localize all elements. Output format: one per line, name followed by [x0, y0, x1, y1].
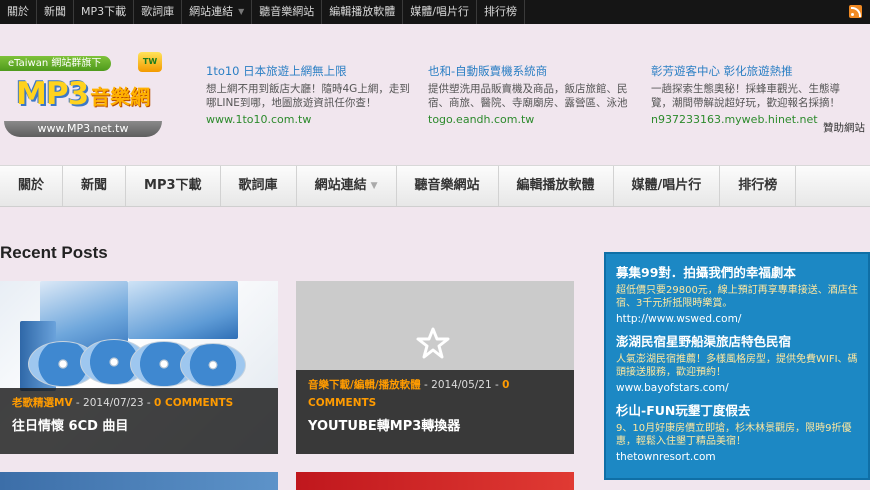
- main-nav-label: 聽音樂網站: [414, 178, 480, 193]
- star-icon: [416, 327, 450, 359]
- side-ad[interactable]: 澎湖民宿星野船渠旅店特色民宿 人氣澎湖民宿推薦！多樣風格房型，提供免費WIFI、…: [616, 331, 868, 394]
- main-nav-label: 排行榜: [738, 178, 778, 193]
- ad-description: 一趟探索生態奧秘！採蜂車觀光、生態導覽，潮間帶解說超好玩，歡迎報名採摘！: [651, 83, 840, 109]
- post-overlay: 老歌精選MV - 2014/07/23 - 0 COMMENTS 往日情懷 6C…: [0, 388, 278, 454]
- side-ad-title[interactable]: 澎湖民宿星野船渠旅店特色民宿: [616, 331, 868, 350]
- post-meta: 音樂下載/編輯/播放軟體 - 2014/05/21 - 0 COMMENTS: [308, 376, 564, 412]
- top-nav-label: 關於: [7, 5, 29, 18]
- logo-badge-icon: TW: [138, 52, 162, 72]
- ad-url[interactable]: www.1to10.com.tw: [206, 113, 414, 127]
- top-nav-news[interactable]: 新聞: [37, 0, 74, 24]
- top-nav-software[interactable]: 編輯播放軟體: [322, 0, 404, 24]
- post-card-partial[interactable]: [0, 472, 278, 490]
- top-nav-label: 歌詞庫: [141, 5, 175, 18]
- logo-url: www.MP3.net.tw: [4, 121, 162, 137]
- main-nav-bar: 關於 新聞 MP3下載 歌詞庫 網站連結 ▼ 聽音樂網站 編輯播放軟體 媒體/唱片…: [0, 165, 870, 207]
- side-ad-url[interactable]: thetownresort.com: [616, 451, 868, 463]
- main-nav-label: 新聞: [81, 178, 108, 193]
- header-ad[interactable]: 1to10 日本旅遊上網無上限 想上網不用到飯店大廳！隨時4G上網，走到哪LIN…: [206, 64, 414, 127]
- side-ad[interactable]: 杉山-FUN玩墾丁度假去 9、10月好康房價立即搶，杉木林景觀房，限時9折優惠，…: [616, 400, 868, 463]
- main-nav-links[interactable]: 網站連結 ▼: [297, 166, 397, 206]
- sponsor-label[interactable]: 贊助網站: [823, 120, 865, 135]
- top-nav-label: 媒體/唱片行: [410, 5, 469, 18]
- ad-title[interactable]: 彰芳遊客中心 彰化旅遊熱推: [651, 64, 854, 78]
- top-nav-lyrics[interactable]: 歌詞庫: [134, 0, 183, 24]
- top-nav-mp3-download[interactable]: MP3下載: [74, 0, 135, 24]
- sidebar-ad-block: 募集99對．拍攝我們的幸福劇本 超低價只要29800元，線上預訂再享專車接送、酒…: [604, 252, 870, 480]
- main-nav-label: 媒體/唱片行: [631, 178, 702, 193]
- header-ad[interactable]: 也和-自動販賣機系統商 提供塑洗用品販賣機及商品，飯店旅館、民宿、商旅、醫院、寺…: [428, 64, 640, 127]
- side-ad-title[interactable]: 募集99對．拍攝我們的幸福劇本: [616, 262, 868, 281]
- cd-disc-image: [180, 343, 246, 387]
- side-ad[interactable]: 募集99對．拍攝我們的幸福劇本 超低價只要29800元，線上預訂再享專車接送、酒…: [616, 262, 868, 325]
- top-nav-music-sites[interactable]: 聽音樂網站: [252, 0, 323, 24]
- header-ad[interactable]: 彰芳遊客中心 彰化旅遊熱推 一趟探索生態奧秘！採蜂車觀光、生態導覽，潮間帶解說超…: [651, 64, 854, 127]
- logo-wordmark: MP3 音樂網: [16, 76, 150, 112]
- post-card-partial[interactable]: [296, 472, 574, 490]
- side-ad-description: 9、10月好康房價立即搶，杉木林景觀房，限時9折優惠，輕鬆入住墾丁精品美宿！: [616, 423, 852, 447]
- cd-box-image: [128, 281, 238, 339]
- side-ad-url[interactable]: http://www.wswed.com/: [616, 313, 868, 325]
- main-nav-media[interactable]: 媒體/唱片行: [614, 166, 721, 206]
- side-ad-url[interactable]: www.bayofstars.com/: [616, 382, 868, 394]
- main-nav-mp3-download[interactable]: MP3下載: [126, 166, 221, 206]
- top-nav-label: 排行榜: [484, 5, 517, 18]
- post-card[interactable]: 老歌精選MV - 2014/07/23 - 0 COMMENTS 往日情懷 6C…: [0, 281, 278, 454]
- ad-title[interactable]: 1to10 日本旅遊上網無上限: [206, 64, 414, 78]
- main-nav-charts[interactable]: 排行榜: [720, 166, 797, 206]
- ad-description: 想上網不用到飯店大廳！隨時4G上網，走到哪LINE到哪，地圖旅遊資訊任你查！: [206, 83, 410, 109]
- main-nav-lyrics[interactable]: 歌詞庫: [221, 166, 297, 206]
- main-nav-about[interactable]: 關於: [0, 166, 64, 206]
- post-title[interactable]: YOUTUBE轉MP3轉換器: [308, 415, 564, 434]
- post-date: - 2014/07/23 -: [72, 397, 155, 409]
- logo-name: 音樂網: [90, 85, 151, 109]
- chevron-down-icon: ▼: [238, 7, 245, 16]
- rss-icon[interactable]: [849, 5, 862, 18]
- main-nav-label: 關於: [18, 178, 45, 193]
- top-nav-charts[interactable]: 排行榜: [477, 0, 525, 24]
- post-comments[interactable]: 0 COMMENTS: [154, 397, 233, 409]
- main-nav-software[interactable]: 編輯播放軟體: [499, 166, 614, 206]
- main-nav-music-sites[interactable]: 聽音樂網站: [397, 166, 499, 206]
- ad-url[interactable]: togo.eandh.com.tw: [428, 113, 640, 127]
- site-logo[interactable]: eTaiwan 網站群旗下 TW MP3 音樂網 www.MP3.net.tw: [0, 52, 165, 164]
- top-nav-bar: 關於 新聞 MP3下載 歌詞庫 網站連結 ▼ 聽音樂網站 編輯播放軟體 媒體/唱片…: [0, 0, 870, 24]
- main-nav-label: 編輯播放軟體: [516, 178, 595, 193]
- post-category[interactable]: 音樂下載/編輯/播放軟體: [308, 379, 421, 391]
- post-comments-count[interactable]: 0: [502, 379, 509, 391]
- main-nav-label: 歌詞庫: [238, 178, 278, 193]
- logo-tagline: eTaiwan 網站群旗下: [0, 56, 112, 71]
- side-ad-description: 超低價只要29800元，線上預訂再享專車接送、酒店住宿、3千元折抵限時樂賞。: [616, 285, 858, 309]
- post-date: - 2014/05/21 -: [420, 379, 503, 391]
- post-meta: 老歌精選MV - 2014/07/23 - 0 COMMENTS: [12, 394, 268, 412]
- top-nav-links[interactable]: 網站連結 ▼: [182, 0, 253, 24]
- post-card[interactable]: 音樂下載/編輯/播放軟體 - 2014/05/21 - 0 COMMENTS Y…: [296, 281, 574, 454]
- side-ad-title[interactable]: 杉山-FUN玩墾丁度假去: [616, 400, 868, 419]
- post-title[interactable]: 往日情懷 6CD 曲目: [12, 415, 268, 434]
- main-nav-label: MP3下載: [144, 178, 202, 193]
- site-header: eTaiwan 網站群旗下 TW MP3 音樂網 www.MP3.net.tw 1…: [0, 24, 870, 164]
- top-nav-label: 新聞: [44, 5, 66, 18]
- top-nav-label: 編輯播放軟體: [329, 5, 396, 18]
- main-nav-label: 網站連結: [314, 178, 367, 193]
- post-comments[interactable]: COMMENTS: [308, 397, 376, 409]
- logo-mp3: MP3: [16, 76, 89, 112]
- section-title: Recent Posts: [0, 243, 108, 262]
- top-nav-label: 網站連結: [189, 5, 234, 18]
- ad-title[interactable]: 也和-自動販賣機系統商: [428, 64, 640, 78]
- top-nav-label: MP3下載: [81, 5, 127, 18]
- main-nav-news[interactable]: 新聞: [63, 166, 127, 206]
- ad-description: 提供塑洗用品販賣機及商品，飯店旅館、民宿、商旅、醫院、寺廟廟房、露營區、泳池: [428, 83, 628, 109]
- chevron-down-icon: ▼: [370, 181, 378, 191]
- top-nav-about[interactable]: 關於: [0, 0, 37, 24]
- post-category[interactable]: 老歌精選MV: [12, 397, 73, 409]
- side-ad-description: 人氣澎湖民宿推薦！多樣風格房型，提供免費WIFI、碼頭接送服務，歡迎預約！: [616, 354, 858, 378]
- post-overlay: 音樂下載/編輯/播放軟體 - 2014/05/21 - 0 COMMENTS Y…: [296, 370, 574, 454]
- top-nav-label: 聽音樂網站: [259, 5, 315, 18]
- top-nav-media[interactable]: 媒體/唱片行: [403, 0, 477, 24]
